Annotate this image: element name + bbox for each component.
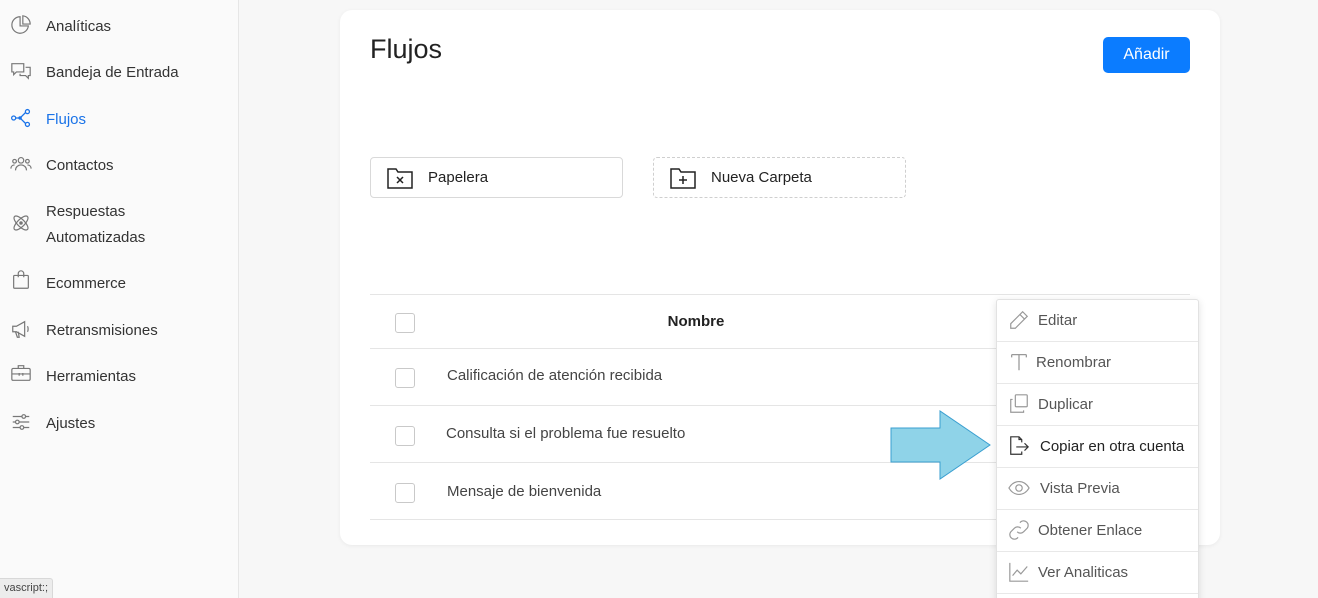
sidebar-item-ecommerce[interactable]: Ecommerce	[0, 269, 238, 297]
sidebar-item-label: Bandeja de Entrada	[46, 64, 179, 81]
shopping-bag-icon	[10, 269, 32, 291]
sidebar-item-label: Respuestas	[46, 203, 126, 220]
text-t-icon	[1008, 351, 1030, 373]
folder-label: Papelera	[428, 169, 489, 186]
menu-item-label: Renombrar	[1036, 354, 1112, 371]
menu-item-label: Editar	[1038, 312, 1078, 329]
sidebar-item-bandeja[interactable]: Bandeja de Entrada	[0, 60, 238, 86]
sidebar-item-respuestas-automatizadas[interactable]: Respuestas Automatizadas	[0, 199, 238, 251]
menu-item-obtener-enlace[interactable]: Obtener Enlace	[997, 510, 1198, 552]
sidebar-item-herramientas[interactable]: Herramientas	[0, 364, 238, 390]
flow-name[interactable]: Consulta si el problema fue resuelto	[446, 425, 685, 442]
sidebar-item-label: Herramientas	[46, 368, 137, 385]
menu-item-duplicar[interactable]: Duplicar	[997, 384, 1198, 426]
menu-item-ver-analiticas[interactable]: Ver Analiticas	[997, 552, 1198, 594]
sidebar-item-analiticas[interactable]: Analíticas	[0, 14, 238, 40]
folder-papelera[interactable]: Papelera	[370, 157, 623, 198]
status-bar: vascript:;	[0, 578, 54, 598]
context-menu: Editar Renombrar Duplicar Copiar en otra…	[996, 299, 1199, 598]
sidebar-item-label: Flujos	[46, 111, 87, 128]
link-icon	[1008, 519, 1030, 541]
sidebar-item-label: Retransmisiones	[46, 322, 158, 339]
add-button[interactable]: Añadir	[1103, 37, 1190, 73]
menu-item-label: Ver Analiticas	[1038, 564, 1129, 581]
sidebar-item-contactos[interactable]: Contactos	[0, 153, 238, 179]
menu-item-label: Duplicar	[1038, 396, 1094, 413]
toolbox-icon	[10, 362, 32, 384]
menu-item-label: Obtener Enlace	[1038, 522, 1143, 539]
sidebar-item-label-line2: Automatizadas	[46, 229, 146, 246]
folder-label: Nueva Carpeta	[711, 169, 812, 186]
megaphone-icon	[10, 318, 32, 340]
sidebar-item-label: Analíticas	[46, 18, 112, 35]
sidebar-item-retransmisiones[interactable]: Retransmisiones	[0, 318, 238, 344]
menu-item-label: Vista Previa	[1040, 480, 1120, 497]
menu-item-label: Copiar en otra cuenta	[1040, 438, 1185, 455]
line-chart-icon	[1008, 561, 1030, 583]
folder-plus-icon	[669, 166, 697, 190]
menu-item-copiar-otra-cuenta[interactable]: Copiar en otra cuenta	[997, 426, 1198, 468]
eye-icon	[1008, 477, 1030, 499]
page-title: Flujos	[370, 34, 443, 64]
flow-icon	[10, 107, 32, 129]
flow-name[interactable]: Calificación de atención recibida	[447, 367, 662, 384]
sidebar-item-label: Ecommerce	[46, 275, 127, 292]
column-header-nombre: Nombre	[667, 313, 725, 330]
pointer-arrow	[890, 410, 991, 480]
sidebar-item-label: Ajustes	[46, 415, 96, 432]
copy-icon	[1008, 393, 1030, 415]
sliders-icon	[10, 411, 32, 433]
sidebar-item-ajustes[interactable]: Ajustes	[0, 411, 238, 437]
pie-chart-icon	[10, 14, 32, 36]
menu-item-renombrar[interactable]: Renombrar	[997, 342, 1198, 384]
file-export-icon	[1008, 435, 1030, 457]
chat-bubbles-icon	[10, 60, 32, 82]
sidebar: Analíticas Bandeja de Entrada Flujos Con…	[0, 0, 239, 598]
menu-item-editar[interactable]: Editar	[997, 300, 1198, 342]
folder-x-icon	[386, 166, 414, 190]
sidebar-item-flujos[interactable]: Flujos	[0, 107, 238, 133]
row-checkbox[interactable]	[395, 368, 415, 388]
users-icon	[10, 153, 32, 175]
row-checkbox[interactable]	[395, 483, 415, 503]
row-checkbox[interactable]	[395, 426, 415, 446]
pencil-icon	[1008, 309, 1030, 331]
menu-item-vista-previa[interactable]: Vista Previa	[997, 468, 1198, 510]
sidebar-item-label: Contactos	[46, 157, 114, 174]
atom-icon	[10, 212, 32, 234]
new-folder-button[interactable]: Nueva Carpeta	[653, 157, 906, 198]
flow-name[interactable]: Mensaje de bienvenida	[447, 483, 601, 500]
